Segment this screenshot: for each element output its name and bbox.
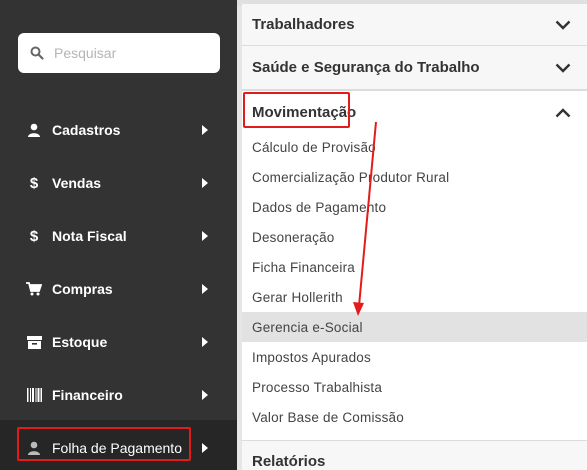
sidebar-item-label: Cadastros — [52, 122, 121, 138]
sidebar-item-vendas[interactable]: $ Vendas — [0, 165, 237, 201]
sidebar-item-nota-fiscal[interactable]: $ Nota Fiscal — [0, 218, 237, 254]
submenu-item-label: Gerar Hollerith — [252, 289, 343, 305]
user-icon — [26, 122, 42, 138]
section-label: Saúde e Segurança do Trabalho — [252, 59, 480, 76]
section-label: Trabalhadores — [252, 16, 355, 33]
chevron-up-icon — [555, 107, 571, 117]
submenu-item[interactable]: Dados de Pagamento — [242, 192, 587, 222]
submenu-item-label: Ficha Financeira — [252, 259, 355, 275]
caret-right-icon — [202, 443, 208, 453]
section-label: Relatórios — [252, 453, 326, 470]
submenu-item-label: Desoneração — [252, 229, 335, 245]
dollar-icon: $ — [29, 227, 39, 245]
cart-icon — [26, 281, 42, 297]
section-trabalhadores[interactable]: Trabalhadores — [242, 4, 587, 46]
submenu-item-label: Impostos Apurados — [252, 349, 371, 365]
caret-right-icon — [202, 284, 208, 294]
highlight-box-folha — [17, 427, 191, 461]
sidebar-item-label: Vendas — [52, 175, 102, 191]
sidebar-item-label: Compras — [52, 281, 113, 297]
submenu-item-label: Processo Trabalhista — [252, 379, 383, 395]
caret-right-icon — [202, 231, 208, 241]
submenu-item[interactable]: Valor Base de Comissão — [242, 402, 587, 432]
submenu-item-label: Gerencia e-Social — [252, 319, 363, 335]
dollar-icon: $ — [29, 174, 39, 192]
submenu-item[interactable]: Ficha Financeira — [242, 252, 587, 282]
section-relatorios[interactable]: Relatórios — [242, 440, 587, 470]
submenu-item[interactable]: Cálculo de Provisão — [242, 132, 587, 162]
submenu-item-label: Valor Base de Comissão — [252, 409, 404, 425]
submenu-item[interactable]: Comercialização Produtor Rural — [242, 162, 587, 192]
search-input[interactable] — [54, 45, 204, 61]
caret-right-icon — [202, 390, 208, 400]
submenu-item[interactable]: Gerar Hollerith — [242, 282, 587, 312]
caret-right-icon — [202, 337, 208, 347]
sidebar-item-estoque[interactable]: Estoque — [0, 324, 237, 360]
caret-right-icon — [202, 125, 208, 135]
sidebar-item-label: Estoque — [52, 334, 108, 350]
submenu-item[interactable]: Impostos Apurados — [242, 342, 587, 372]
submenu-item-label: Cálculo de Provisão — [252, 139, 376, 155]
chevron-down-icon — [555, 63, 571, 73]
barcode-icon — [26, 387, 42, 403]
submenu-item-label: Dados de Pagamento — [252, 199, 387, 215]
submenu-item-label: Comercialização Produtor Rural — [252, 169, 450, 185]
section-saude-seguranca[interactable]: Saúde e Segurança do Trabalho — [242, 46, 587, 90]
sidebar-item-label: Nota Fiscal — [52, 228, 127, 244]
search-box[interactable] — [18, 33, 220, 73]
chevron-down-icon — [555, 20, 571, 30]
sidebar-item-label: Financeiro — [52, 387, 123, 403]
submenu-item[interactable]: Processo Trabalhista — [242, 372, 587, 402]
submenu-item[interactable]: Desoneração — [242, 222, 587, 252]
sidebar-item-compras[interactable]: Compras — [0, 271, 237, 307]
sidebar-item-cadastros[interactable]: Cadastros — [0, 112, 237, 148]
search-icon — [30, 46, 44, 60]
caret-right-icon — [202, 178, 208, 188]
highlight-box-movimentacao — [243, 92, 350, 128]
archive-icon — [26, 334, 42, 350]
sidebar-item-financeiro[interactable]: Financeiro — [0, 377, 237, 413]
submenu-item-active[interactable]: Gerencia e-Social — [242, 312, 587, 342]
